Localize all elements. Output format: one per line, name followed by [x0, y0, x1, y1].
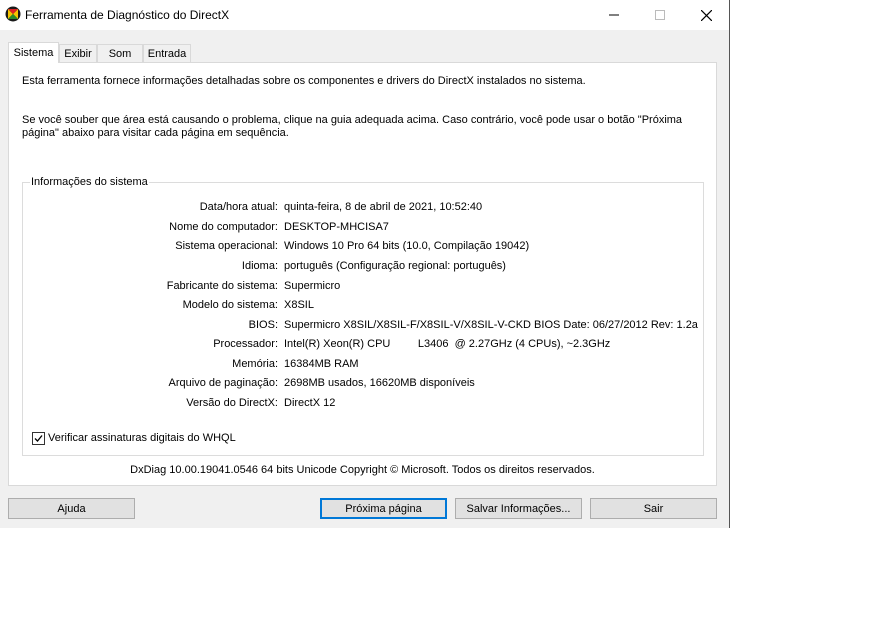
whql-checkbox-label[interactable]: Verificar assinaturas digitais do WHQL [48, 432, 236, 444]
whql-checkbox-row[interactable]: Verificar assinaturas digitais do WHQL [32, 431, 236, 445]
info-row-manufacturer: Fabricante do sistema: Supermicro [23, 280, 703, 294]
info-row-page-file: Arquivo de paginação: 2698MB usados, 166… [23, 377, 703, 391]
info-row-model: Modelo do sistema: X8SIL [23, 299, 703, 313]
tab-panel-sistema: Esta ferramenta fornece informações deta… [8, 62, 717, 486]
info-label: BIOS: [248, 319, 278, 331]
info-value: quinta-feira, 8 de abril de 2021, 10:52:… [284, 201, 483, 213]
checkmark-icon [34, 434, 43, 442]
info-row-memory: Memória: 16384MB RAM [23, 358, 703, 372]
copyright-text: DxDiag 10.00.19041.0546 64 bits Unicode … [130, 464, 595, 476]
intro-text: Esta ferramenta fornece informações deta… [22, 75, 586, 87]
whql-checkbox[interactable] [32, 431, 45, 445]
system-info-group: Informações do sistema Data/hora atual: … [22, 176, 704, 456]
info-label: Memória: [232, 358, 278, 370]
close-button[interactable] [683, 0, 729, 30]
info-value: português (Configuração regional: portug… [284, 260, 506, 272]
info-value: 16384MB RAM [284, 358, 359, 370]
tab-som[interactable]: Som [97, 44, 143, 63]
directx-icon [5, 6, 21, 22]
info-value: Supermicro [284, 280, 341, 292]
maximize-button [637, 0, 683, 30]
info-label: Data/hora atual: [199, 201, 278, 213]
tab-entrada[interactable]: Entrada [143, 44, 191, 63]
info-value: Intel(R) Xeon(R) CPU L3406 @ 2.27GHz (4 … [284, 338, 611, 350]
dxdiag-window: Ferramenta de Diagnóstico do DirectX Sis… [0, 0, 730, 528]
info-value: Supermicro X8SIL/X8SIL-F/X8SIL-V/X8SIL-V… [284, 319, 698, 331]
help-button[interactable]: Ajuda [8, 498, 135, 519]
info-row-directx-version: Versão do DirectX: DirectX 12 [23, 397, 703, 411]
tab-sistema[interactable]: Sistema [8, 42, 59, 63]
minimize-icon [609, 14, 619, 16]
tab-exibir[interactable]: Exibir [59, 44, 97, 63]
info-row-datetime: Data/hora atual: quinta-feira, 8 de abri… [23, 201, 703, 215]
info-row-os: Sistema operacional: Windows 10 Pro 64 b… [23, 240, 703, 254]
maximize-icon [655, 10, 665, 20]
info-value: 2698MB usados, 16620MB disponíveis [284, 377, 475, 389]
info-value: Windows 10 Pro 64 bits (10.0, Compilação… [284, 240, 530, 252]
info-label: Sistema operacional: [175, 240, 278, 252]
window-title: Ferramenta de Diagnóstico do DirectX [25, 8, 230, 22]
title-bar[interactable]: Ferramenta de Diagnóstico do DirectX [0, 0, 729, 30]
info-value: DirectX 12 [284, 397, 336, 409]
intro-help-text: Se você souber que área está causando o … [22, 114, 683, 139]
info-row-processor: Processador: Intel(R) Xeon(R) CPU L3406 … [23, 338, 703, 352]
info-label: Versão do DirectX: [186, 397, 278, 409]
info-label: Processador: [213, 338, 278, 350]
info-label: Idioma: [241, 260, 278, 272]
group-title: Informações do sistema [30, 176, 149, 188]
info-row-bios: BIOS: Supermicro X8SIL/X8SIL-F/X8SIL-V/X… [23, 319, 703, 333]
save-info-button[interactable]: Salvar Informações... [455, 498, 582, 519]
exit-button[interactable]: Sair [590, 498, 717, 519]
info-label: Fabricante do sistema: [166, 280, 278, 292]
next-page-button[interactable]: Próxima página [320, 498, 447, 519]
info-row-computer-name: Nome do computador: DESKTOP-MHCISA7 [23, 221, 703, 235]
close-icon [700, 9, 712, 21]
info-row-language: Idioma: português (Configuração regional… [23, 260, 703, 274]
info-label: Arquivo de paginação: [168, 377, 278, 389]
info-value: DESKTOP-MHCISA7 [284, 221, 389, 233]
minimize-button[interactable] [591, 0, 637, 30]
info-value: X8SIL [284, 299, 314, 311]
info-label: Modelo do sistema: [182, 299, 278, 311]
info-label: Nome do computador: [169, 221, 278, 233]
